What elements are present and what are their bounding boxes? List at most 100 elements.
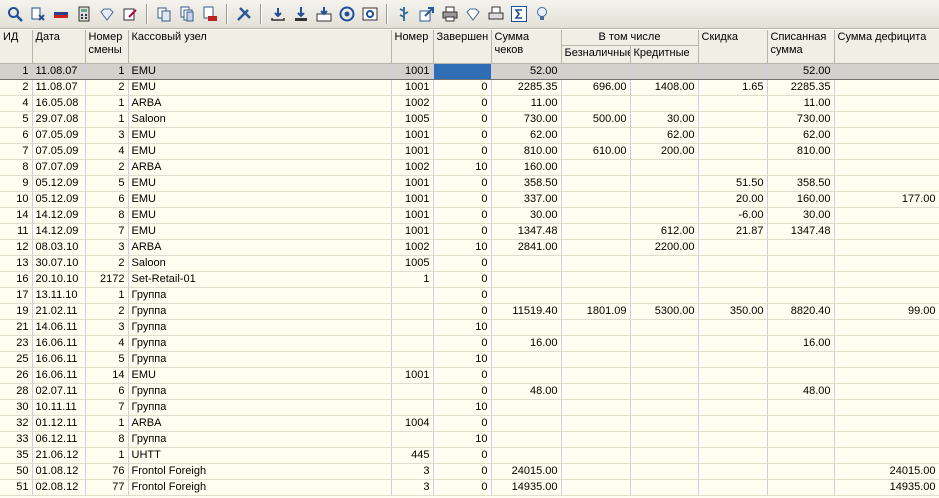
cell-shift[interactable]: 4: [85, 143, 129, 160]
cell-discount[interactable]: [698, 63, 768, 80]
cell-discount[interactable]: [698, 351, 768, 368]
cell-deficit[interactable]: [834, 383, 939, 400]
cell-deficit[interactable]: [834, 255, 939, 272]
cell-sum[interactable]: 52.00: [491, 63, 562, 80]
cell-discount[interactable]: [698, 255, 768, 272]
import-button[interactable]: [313, 4, 334, 25]
cell-completed[interactable]: 0: [433, 367, 492, 384]
cell-cashless[interactable]: [561, 351, 631, 368]
cell-deficit[interactable]: [834, 351, 939, 368]
cell-date[interactable]: 01.08.12: [32, 463, 86, 480]
cell-number[interactable]: [391, 319, 434, 336]
col-header-deficit[interactable]: Сумма дефицита: [834, 30, 939, 64]
cell-discount[interactable]: [698, 415, 768, 432]
cell-shift[interactable]: 8: [85, 207, 129, 224]
table-row[interactable]: 13 30.07.10 2 Saloon 1005 0: [0, 255, 939, 272]
cell-credit[interactable]: [630, 367, 699, 384]
cell-written[interactable]: 160.00: [767, 191, 835, 208]
table-row[interactable]: 25 16.06.11 5 Группа 10: [0, 351, 939, 368]
cell-credit[interactable]: 1408.00: [630, 79, 699, 96]
cell-sum[interactable]: 24015.00: [491, 463, 562, 480]
cell-deficit[interactable]: [834, 399, 939, 416]
cell-node[interactable]: EMU: [128, 367, 392, 384]
cell-deficit[interactable]: [834, 143, 939, 160]
table-row[interactable]: 11 14.12.09 7 EMU 1001 0 1347.48 612.00 21.87 134…: [0, 223, 939, 240]
cell-id[interactable]: 16: [0, 271, 33, 288]
cell-number[interactable]: [391, 399, 434, 416]
cell-completed[interactable]: 10: [433, 431, 492, 448]
cell-cashless[interactable]: [561, 191, 631, 208]
cell-cashless[interactable]: [561, 223, 631, 240]
cell-node[interactable]: ARBA: [128, 239, 392, 256]
cell-written[interactable]: [767, 447, 835, 464]
col-header-cashless[interactable]: Безналичные: [561, 45, 631, 64]
cell-written[interactable]: [767, 479, 835, 496]
cell-node[interactable]: UHTT: [128, 447, 392, 464]
cell-node[interactable]: EMU: [128, 127, 392, 144]
cell-sum[interactable]: 11519.40: [491, 303, 562, 320]
cell-shift[interactable]: 1: [85, 287, 129, 304]
table-row[interactable]: 19 21.02.11 2 Группа 0 11519.40 1801.09 5300.00…: [0, 303, 939, 320]
table-row[interactable]: 16 20.10.10 2172 Set-Retail-01 1 0: [0, 271, 939, 288]
cell-date[interactable]: 21.06.12: [32, 447, 86, 464]
sum-button[interactable]: [508, 4, 529, 25]
cell-date[interactable]: 05.12.09: [32, 175, 86, 192]
cell-cashless[interactable]: [561, 399, 631, 416]
cell-shift[interactable]: 1: [85, 111, 129, 128]
table-row[interactable]: 17 13.11.10 1 Группа 0: [0, 287, 939, 304]
cell-cashless[interactable]: [561, 335, 631, 352]
cell-id[interactable]: 1: [0, 63, 33, 80]
cell-sum[interactable]: 730.00: [491, 111, 562, 128]
cell-date[interactable]: 14.06.11: [32, 319, 86, 336]
table-row[interactable]: 26 16.06.11 14 EMU 1001 0: [0, 367, 939, 384]
cell-number[interactable]: 1001: [391, 223, 434, 240]
copy-button[interactable]: [153, 4, 174, 25]
cell-cashless[interactable]: 1801.09: [561, 303, 631, 320]
cell-completed[interactable]: 0: [433, 383, 492, 400]
table-row[interactable]: 30 10.11.11 7 Группа 10: [0, 399, 939, 416]
cell-completed[interactable]: 0: [433, 447, 492, 464]
cell-written[interactable]: [767, 255, 835, 272]
cell-id[interactable]: 32: [0, 415, 33, 432]
cell-node[interactable]: Группа: [128, 431, 392, 448]
cell-discount[interactable]: [698, 271, 768, 288]
cell-sum[interactable]: [491, 271, 562, 288]
cell-id[interactable]: 6: [0, 127, 33, 144]
cell-sum[interactable]: [491, 399, 562, 416]
flag-button[interactable]: [50, 4, 71, 25]
cell-id[interactable]: 28: [0, 383, 33, 400]
cell-written[interactable]: 16.00: [767, 335, 835, 352]
cell-node[interactable]: Группа: [128, 303, 392, 320]
col-header-node[interactable]: Кассовый узел: [128, 30, 392, 64]
cell-discount[interactable]: [698, 95, 768, 112]
cell-written[interactable]: [767, 271, 835, 288]
cell-id[interactable]: 30: [0, 399, 33, 416]
tree-button[interactable]: [393, 4, 414, 25]
cell-sum[interactable]: 48.00: [491, 383, 562, 400]
cell-credit[interactable]: [630, 431, 699, 448]
diamond-outline-button[interactable]: [462, 4, 483, 25]
cell-deficit[interactable]: [834, 271, 939, 288]
cell-cashless[interactable]: [561, 207, 631, 224]
cell-number[interactable]: 1001: [391, 207, 434, 224]
cell-completed[interactable]: 10: [433, 399, 492, 416]
cell-discount[interactable]: [698, 399, 768, 416]
cell-cashless[interactable]: 500.00: [561, 111, 631, 128]
cell-credit[interactable]: [630, 415, 699, 432]
cell-deficit[interactable]: [834, 415, 939, 432]
filter-clear-button[interactable]: [27, 4, 48, 25]
cell-id[interactable]: 8: [0, 159, 33, 176]
cell-credit[interactable]: [630, 175, 699, 192]
cell-id[interactable]: 17: [0, 287, 33, 304]
cell-discount[interactable]: [698, 367, 768, 384]
cell-cashless[interactable]: [561, 287, 631, 304]
cell-date[interactable]: 21.02.11: [32, 303, 86, 320]
table-row[interactable]: 2 11.08.07 2 EMU 1001 0 2285.35 696.00 1408.00 1.…: [0, 79, 939, 96]
cell-sum[interactable]: [491, 415, 562, 432]
cell-cashless[interactable]: 610.00: [561, 143, 631, 160]
cell-id[interactable]: 35: [0, 447, 33, 464]
cell-number[interactable]: [391, 335, 434, 352]
cell-sum[interactable]: [491, 367, 562, 384]
cell-completed[interactable]: 0: [433, 287, 492, 304]
cell-written[interactable]: [767, 463, 835, 480]
